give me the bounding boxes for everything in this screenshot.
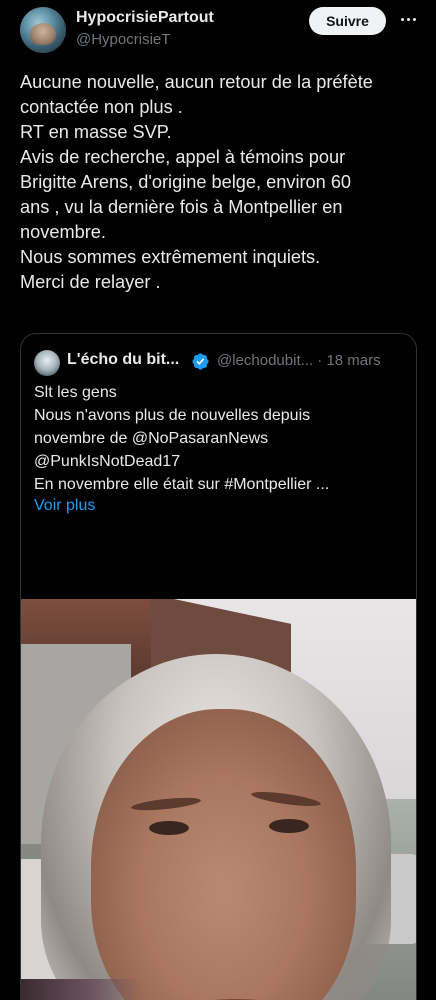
tweet-header: HypocrisiePartout @HypocrisieT Suivre (0, 0, 436, 70)
quoted-line: En novembre elle était sur #Montpellier … (34, 476, 330, 493)
tweet-line: Brigitte Arens, d'origine belge, environ… (20, 172, 352, 192)
tweet-line: RT en masse SVP. (20, 122, 172, 142)
quoted-author-avatar[interactable] (34, 350, 60, 376)
tweet-line: ans , vu la dernière fois à Montpellier … (20, 197, 343, 217)
quoted-line: Nous n'avons plus de nouvelles depuis (34, 407, 311, 424)
quoted-tweet-photo[interactable] (21, 599, 416, 1000)
tweet-line: novembre. (20, 222, 106, 242)
tweet-line: Avis de recherche, appel à témoins pour (20, 147, 346, 167)
tweet-line: contactée non plus . (20, 97, 183, 117)
verified-badge-icon (192, 353, 209, 370)
author-display-name[interactable]: HypocrisiePartout (76, 9, 214, 27)
quoted-line: @PunkIsNotDead17 (34, 453, 181, 470)
quoted-tweet-card[interactable]: L'écho du bit... @lechodubit... · 18 mar… (20, 333, 417, 1000)
tweet-line: Merci de relayer . (20, 272, 161, 292)
tweet-line: Nous sommes extrêmement inquiets. (20, 247, 321, 267)
quoted-tweet-text: Slt les gens Nous n'avons plus de nouvel… (34, 381, 409, 496)
follow-button[interactable]: Suivre (309, 7, 386, 35)
tweet-line: Aucune nouvelle, aucun retour de la préf… (20, 72, 373, 92)
quoted-line: Slt les gens (34, 384, 117, 401)
tweet-text: Aucune nouvelle, aucun retour de la préf… (20, 70, 420, 295)
quoted-line: novembre de @NoPasaranNews (34, 430, 269, 447)
quoted-author-name[interactable]: L'écho du bit... (67, 351, 179, 369)
author-avatar[interactable] (20, 7, 66, 53)
quoted-handle-date[interactable]: @lechodubit... · 18 mars (217, 352, 381, 369)
author-handle[interactable]: @HypocrisieT (76, 31, 170, 48)
more-horizontal-icon[interactable] (398, 9, 418, 29)
show-more-link[interactable]: Voir plus (34, 497, 95, 515)
